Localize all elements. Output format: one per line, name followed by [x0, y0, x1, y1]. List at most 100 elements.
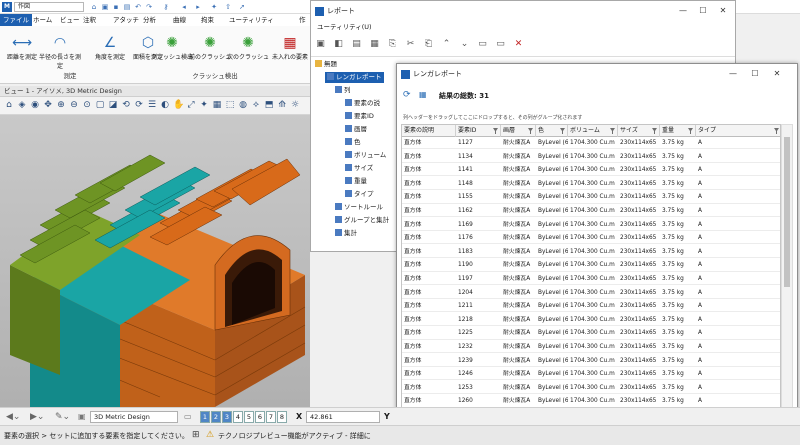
- table-row[interactable]: 直方体 1218 耐火煉瓦A ByLevel (6) 1704.300 Cu.m 230x…: [402, 315, 780, 326]
- tool-icon[interactable]: ✎⌄: [55, 411, 77, 423]
- tree-item[interactable]: グループと集計: [335, 215, 389, 226]
- table-row[interactable]: 直方体 1232 耐火煉瓦A ByLevel (6) 1704.300 Cu.m 230x…: [402, 342, 780, 354]
- ribbon-tab[interactable]: 曲線: [170, 14, 189, 26]
- tree-item[interactable]: レンガレポート: [325, 72, 384, 83]
- view-number-button[interactable]: 2: [211, 411, 221, 423]
- save-icon[interactable]: ◧: [333, 39, 344, 50]
- filter-icon[interactable]: [560, 128, 565, 134]
- maximize-icon[interactable]: ☐: [697, 5, 709, 17]
- x-coordinate-field[interactable]: 42.861: [306, 411, 380, 423]
- scroll-thumb[interactable]: [784, 137, 790, 287]
- forward-icon[interactable]: ▶⌄: [30, 411, 52, 423]
- view-tool-icon[interactable]: ⬚: [225, 100, 235, 111]
- report-menu[interactable]: ユーティリティ(U): [311, 21, 735, 33]
- view-number-button[interactable]: 5: [244, 411, 254, 423]
- view-tool-icon[interactable]: ✋: [173, 100, 184, 111]
- ribbon-tab[interactable]: 注釈: [80, 14, 99, 26]
- workspace-combo[interactable]: 作図: [14, 2, 84, 12]
- delete-icon[interactable]: ✕: [513, 39, 524, 50]
- table-row[interactable]: 直方体 1127 耐火煉瓦A ByLevel (6) 1704.300 Cu.m 230x…: [402, 138, 780, 150]
- view-number-button[interactable]: 3: [222, 411, 232, 423]
- view-tool-icon[interactable]: ⟲: [121, 100, 131, 111]
- table-row[interactable]: 直方体 1190 耐火煉瓦A ByLevel (6) 1704.300 Cu.m 230x…: [402, 260, 780, 272]
- ribbon-tab[interactable]: 拘束: [198, 14, 217, 26]
- 3d-viewport[interactable]: [0, 115, 310, 407]
- pin-icon[interactable]: ✦: [210, 3, 218, 11]
- view-tool-icon[interactable]: ⊕: [56, 100, 66, 111]
- close-icon[interactable]: ✕: [717, 5, 729, 17]
- column-header[interactable]: サイズ: [618, 125, 660, 137]
- filter-icon[interactable]: [610, 128, 615, 134]
- filter-icon[interactable]: [528, 128, 533, 134]
- filter-icon[interactable]: [652, 128, 657, 134]
- view-tool-icon[interactable]: ▦: [212, 100, 222, 111]
- table-row[interactable]: 直方体 1148 耐火煉瓦A ByLevel (6) 1704.300 Cu.m 230x…: [402, 179, 780, 190]
- maximize-icon[interactable]: ☐: [749, 68, 761, 80]
- view-tool-icon[interactable]: ☰: [147, 100, 157, 111]
- table-row[interactable]: 直方体 1225 耐火煉瓦A ByLevel (6) 1704.300 Cu.m 230x…: [402, 328, 780, 340]
- list-icon[interactable]: ▤: [351, 39, 362, 50]
- view-number-button[interactable]: 1: [200, 411, 210, 423]
- view-number-button[interactable]: 8: [277, 411, 287, 423]
- view-tool-icon[interactable]: ⟡: [251, 100, 261, 111]
- minimize-icon[interactable]: —: [727, 68, 739, 80]
- minimize-icon[interactable]: —: [677, 5, 689, 17]
- view-tool-icon[interactable]: ◐: [160, 100, 170, 111]
- view-tool-icon[interactable]: ◍: [238, 100, 248, 111]
- table-row[interactable]: 直方体 1155 耐火煉瓦A ByLevel (6) 1704.300 Cu.m 230x…: [402, 192, 780, 204]
- pointer-icon[interactable]: ➚: [238, 3, 246, 11]
- back-icon[interactable]: ◀⌄: [6, 411, 28, 423]
- ribbon-tab[interactable]: ファイル: [0, 14, 32, 26]
- table-row[interactable]: 直方体 1253 耐火煉瓦A ByLevel (6) 1704.300 Cu.m 230x…: [402, 383, 780, 394]
- view-tool-icon[interactable]: ⊙: [82, 100, 92, 111]
- view-tool-icon[interactable]: ⟰: [277, 100, 287, 111]
- cut-icon[interactable]: ✂: [405, 39, 416, 50]
- table-row[interactable]: 直方体 1176 耐火煉瓦A ByLevel (6) 1704.300 Cu.m 230x…: [402, 233, 780, 245]
- ribbon-tab[interactable]: ユーティリティ: [226, 14, 277, 26]
- snap-icon[interactable]: ▭: [184, 411, 194, 423]
- filter-icon[interactable]: [493, 128, 498, 134]
- table-row[interactable]: 直方体 1260 耐火煉瓦A ByLevel (6) 1704.300 Cu.m 230x…: [402, 396, 780, 408]
- move-up-icon[interactable]: ⌃: [441, 39, 452, 50]
- ribbon-button-measure-radius[interactable]: ◠ 半径の長さを測定: [38, 34, 82, 70]
- table-row[interactable]: 直方体 1211 耐火煉瓦A ByLevel (6) 1704.300 Cu.m 230x…: [402, 301, 780, 313]
- tree-item[interactable]: 色: [345, 137, 361, 148]
- arrow-forward-icon[interactable]: ▸: [194, 3, 202, 11]
- view-tool-icon[interactable]: ◈: [17, 100, 27, 111]
- ribbon-button-next-clash[interactable]: ✺ 次のクラッシュ: [226, 34, 270, 61]
- view-tool-icon[interactable]: ⤢: [186, 100, 196, 111]
- tree-item[interactable]: 集計: [335, 228, 357, 239]
- table-row[interactable]: 直方体 1183 耐火煉瓦A ByLevel (6) 1704.300 Cu.m 230x…: [402, 247, 780, 258]
- view-tool-icon[interactable]: ⬒: [264, 100, 274, 111]
- import-icon[interactable]: ▭: [495, 39, 506, 50]
- column-header[interactable]: 重量: [660, 125, 696, 137]
- copy-icon[interactable]: ⎘: [387, 39, 398, 50]
- view-number-button[interactable]: 4: [233, 411, 243, 423]
- export-icon[interactable]: ▭: [477, 39, 488, 50]
- ribbon-tab[interactable]: ビュー: [57, 14, 83, 26]
- table-row[interactable]: 直方体 1239 耐火煉瓦A ByLevel (6) 1704.300 Cu.m 230x…: [402, 356, 780, 367]
- refresh-icon[interactable]: ⟳: [403, 90, 413, 100]
- print-icon[interactable]: ▤: [123, 3, 131, 11]
- home-icon[interactable]: ⌂: [90, 3, 98, 11]
- column-header[interactable]: ボリューム: [568, 125, 618, 137]
- tree-item[interactable]: 要素ID: [345, 111, 374, 122]
- view-number-button[interactable]: 6: [255, 411, 265, 423]
- table-row[interactable]: 直方体 1197 耐火煉瓦A ByLevel (6) 1704.300 Cu.m 230x…: [402, 274, 780, 286]
- tree-item[interactable]: 画層: [345, 124, 367, 135]
- view-tool-icon[interactable]: ☼: [290, 100, 300, 111]
- tree-item[interactable]: 要素の説: [345, 98, 380, 109]
- view-tool-icon[interactable]: ✦: [199, 100, 209, 111]
- close-icon[interactable]: ✕: [771, 68, 783, 80]
- view-tool-icon[interactable]: ⊖: [69, 100, 79, 111]
- ribbon-tab[interactable]: 分析: [140, 14, 159, 26]
- ribbon-button-unplaced-elements[interactable]: ▦ 未入れの要素: [268, 34, 312, 61]
- table-row[interactable]: 直方体 1162 耐火煉瓦A ByLevel (6) 1704.300 Cu.m 230x…: [402, 206, 780, 218]
- folder-icon[interactable]: ▣: [101, 3, 109, 11]
- arrow-back-icon[interactable]: ◂: [180, 3, 188, 11]
- column-header[interactable]: タイプ: [696, 125, 780, 137]
- open-icon[interactable]: ▣: [315, 39, 326, 50]
- table-row[interactable]: 直方体 1134 耐火煉瓦A ByLevel (6) 1704.300 Cu.m 230x…: [402, 152, 780, 163]
- view-tool-icon[interactable]: ▢: [95, 100, 105, 111]
- tree-item[interactable]: 無題: [315, 59, 337, 70]
